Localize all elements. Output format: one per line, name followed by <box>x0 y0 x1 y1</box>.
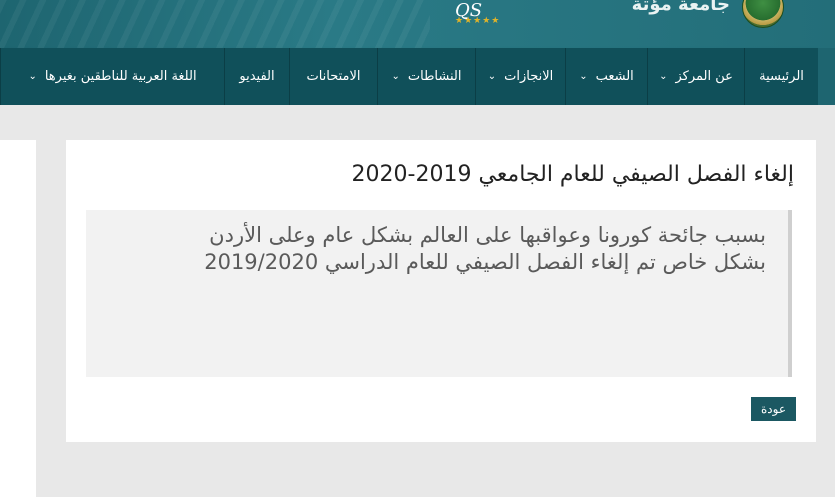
chevron-down-icon: ⌄ <box>28 71 37 82</box>
nav-item-label: الانجازات <box>504 69 554 84</box>
page-background-bottom <box>36 442 835 497</box>
main-navigation: الرئيسية عن المركز ⌄ الشعب ⌄ الانجازات ⌄ النشاط… <box>0 48 818 105</box>
banner-pattern <box>0 0 430 48</box>
article-title: إلغاء الفصل الصيفي للعام الجامعي 2019-20… <box>351 162 794 187</box>
page-background-right <box>816 140 835 442</box>
nav-item[interactable]: الشعب ⌄ <box>565 48 647 105</box>
nav-item-label: النشاطات <box>407 69 462 84</box>
page-left-margin <box>0 140 36 497</box>
article-body: بسبب جائحة كورونا وعواقبها على العالم بش… <box>96 222 766 276</box>
nav-item[interactable]: عن المركز ⌄ <box>647 48 744 105</box>
nav-item[interactable]: الانجازات ⌄ <box>475 48 565 105</box>
chevron-down-icon: ⌄ <box>579 71 588 82</box>
chevron-down-icon: ⌄ <box>659 71 668 82</box>
article-body-line: بسبب جائحة كورونا وعواقبها على العالم بش… <box>209 223 766 247</box>
nav-item-label: الشعب <box>595 69 634 84</box>
nav-item[interactable]: النشاطات ⌄ <box>377 48 475 105</box>
nav-item[interactable]: الامتحانات <box>289 48 377 105</box>
nav-item-label: الرئيسية <box>759 69 804 84</box>
article-card: إلغاء الفصل الصيفي للعام الجامعي 2019-20… <box>66 140 816 442</box>
article-body-blockquote: بسبب جائحة كورونا وعواقبها على العالم بش… <box>86 210 792 377</box>
header-banner: QS ★★★★★ جامعة مؤتة <box>0 0 835 48</box>
nav-item-label: عن المركز <box>675 69 733 84</box>
nav-item-label: اللغة العربية للناطقين بغيرها <box>44 69 197 84</box>
chevron-down-icon: ⌄ <box>487 71 497 82</box>
chevron-down-icon: ⌄ <box>391 71 400 82</box>
university-emblem-icon[interactable] <box>742 0 784 28</box>
university-name-logo: جامعة مؤتة <box>631 0 730 15</box>
nav-item-label: الفيديو <box>239 69 275 84</box>
nav-item[interactable]: اللغة العربية للناطقين بغيرها ⌄ <box>0 48 224 105</box>
page-background-band <box>0 105 835 140</box>
qs-stars-icon: ★★★★★ <box>455 16 501 26</box>
nav-edge <box>818 48 835 105</box>
article-body-line: بشكل خاص تم إلغاء الفصل الصيفي للعام الد… <box>204 250 766 274</box>
nav-item-label: الامتحانات <box>306 69 361 84</box>
nav-item[interactable]: الفيديو <box>224 48 289 105</box>
nav-item[interactable]: الرئيسية <box>744 48 818 105</box>
back-button[interactable]: عودة <box>751 397 796 421</box>
